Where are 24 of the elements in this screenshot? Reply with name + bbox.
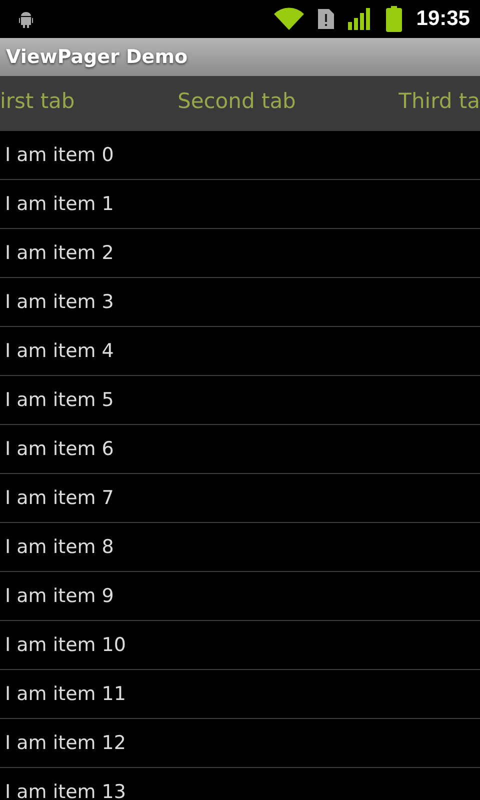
battery-icon [386,6,402,32]
list-item[interactable]: I am item 2 [5,242,114,264]
list-item[interactable]: I am item 7 [5,487,114,509]
tab[interactable]: Third ta [398,88,480,118]
signal-icon [348,8,372,30]
list-item[interactable]: I am item 4 [5,340,114,362]
list-item[interactable]: I am item 10 [5,634,126,656]
list-item[interactable]: I am item 11 [5,683,126,705]
list-item[interactable]: I am item 9 [5,585,114,607]
tab[interactable]: Second tab [178,88,296,118]
list-item[interactable]: I am item 6 [5,438,114,460]
wifi-icon [274,7,304,31]
list-item[interactable]: I am item 13 [5,781,126,800]
list-item[interactable]: I am item 3 [5,291,114,313]
list-item[interactable]: I am item 5 [5,389,114,411]
list-item[interactable]: I am item 12 [5,732,126,754]
list-item[interactable]: I am item 1 [5,193,114,215]
tab[interactable]: irst tab [0,88,75,118]
android-icon [16,9,36,29]
list-item[interactable]: I am item 0 [5,144,114,166]
list-item[interactable]: I am item 8 [5,536,114,558]
window-title: ViewPager Demo [6,46,188,68]
sim-alert-icon [318,9,334,29]
clock-time: 19:35 [416,7,470,31]
